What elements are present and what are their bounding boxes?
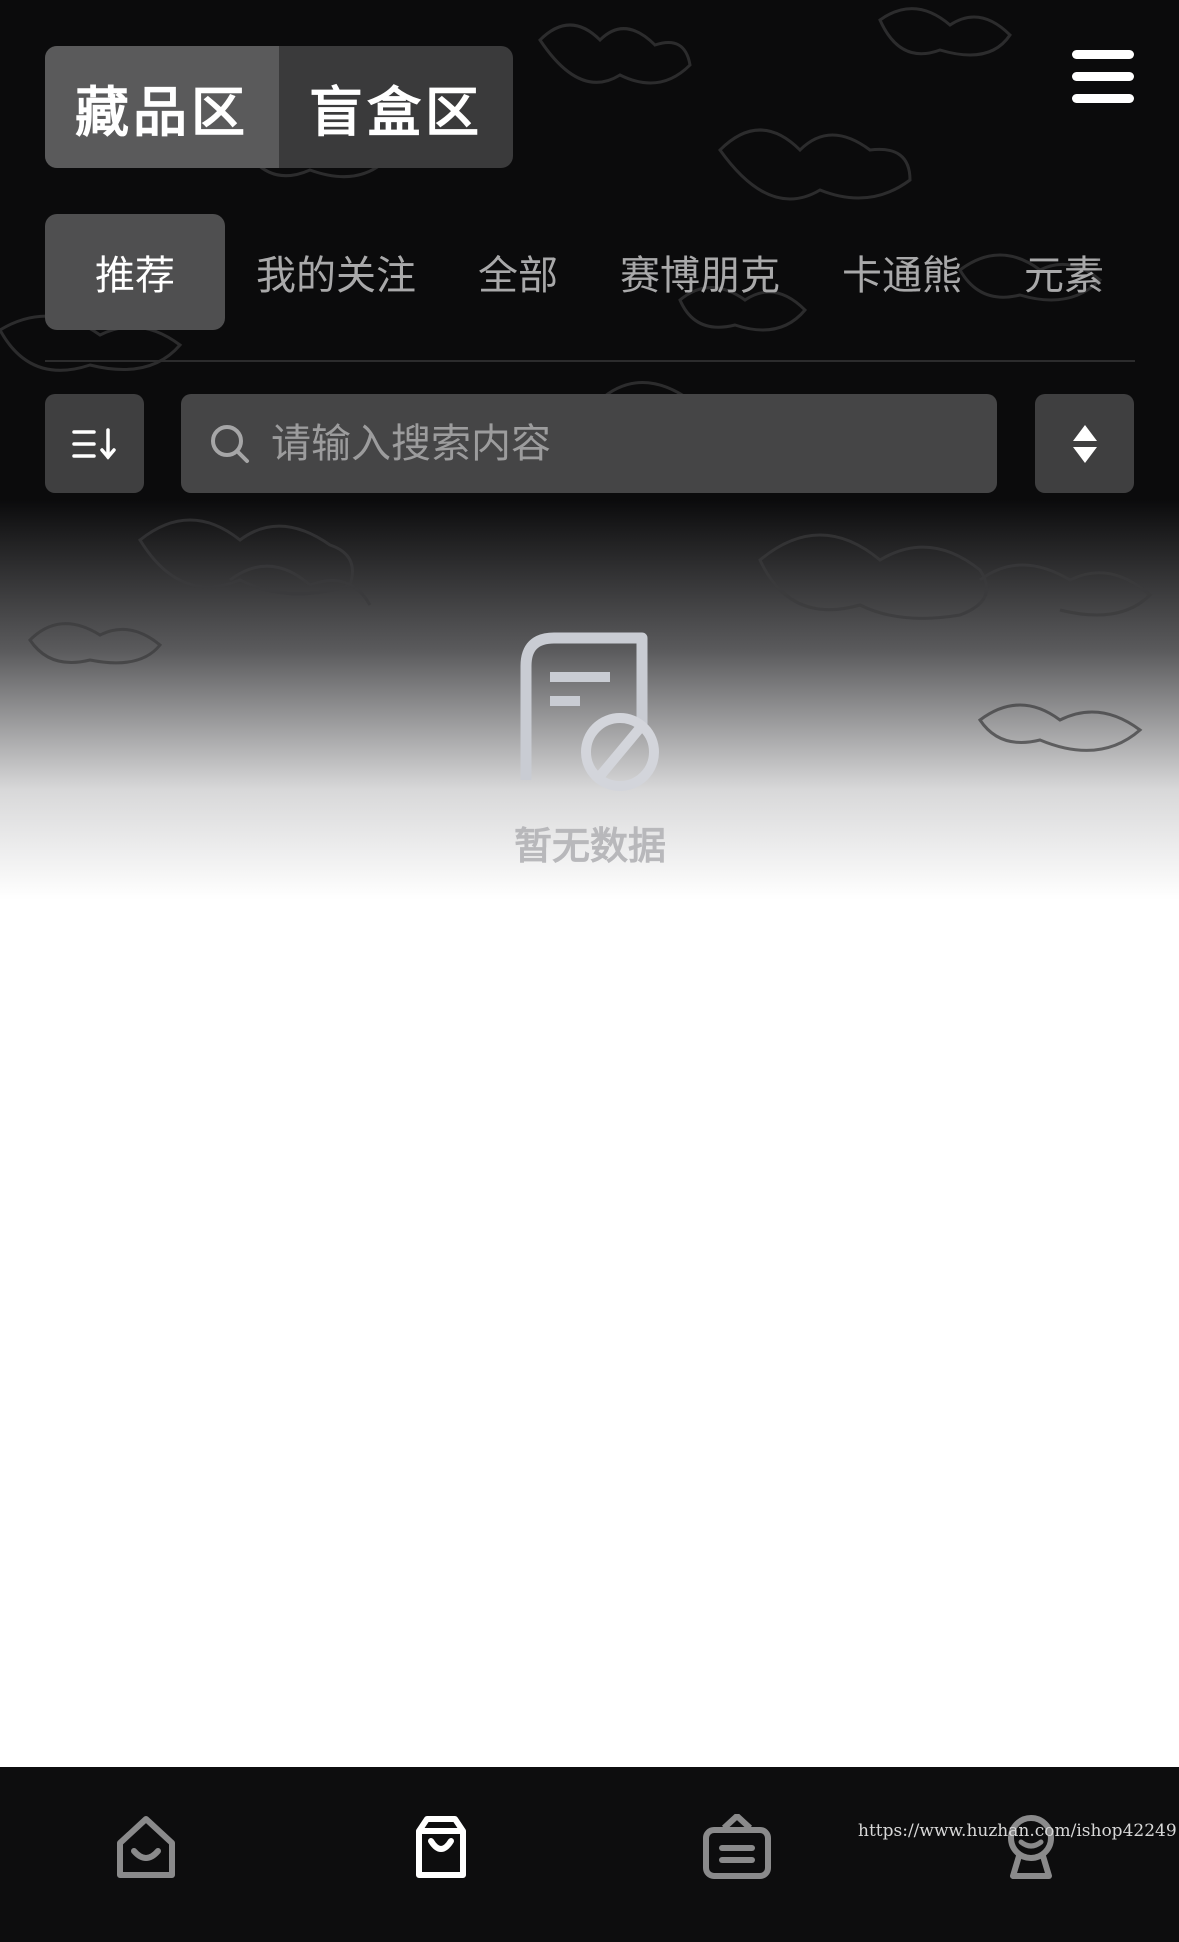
- tab-market[interactable]: [697, 1807, 777, 1887]
- search-bar[interactable]: [181, 394, 997, 493]
- category-fade: [1095, 214, 1135, 330]
- sort-button[interactable]: [1035, 394, 1134, 493]
- blind-box-zone-tab[interactable]: 盲盒区: [279, 46, 513, 168]
- watermark-text: https://www.huzhan.com/ishop42249: [858, 1821, 1177, 1841]
- collection-zone-tab[interactable]: 藏品区: [45, 46, 279, 168]
- category-tab-all[interactable]: 全部: [447, 214, 589, 330]
- divider: [45, 360, 1135, 362]
- bottom-tab-bar: [0, 1767, 1179, 1942]
- sort-list-icon: [71, 427, 116, 460]
- category-tab-cyberpunk[interactable]: 赛博朋克: [589, 214, 811, 330]
- category-tab-recommended[interactable]: 推荐: [45, 214, 225, 330]
- no-data-document-icon: [520, 632, 659, 791]
- category-tab-cartoon-bear[interactable]: 卡通熊: [811, 214, 993, 330]
- tab-home[interactable]: [106, 1807, 186, 1887]
- market-box-icon: [703, 1814, 771, 1879]
- home-icon: [117, 1816, 175, 1878]
- sort-updown-icon: [1072, 424, 1097, 463]
- tab-profile[interactable]: [991, 1807, 1071, 1887]
- category-tabs: 推荐 我的关注 全部 赛博朋克 卡通熊 元素: [45, 214, 1135, 330]
- filter-button[interactable]: [45, 394, 144, 493]
- shopping-bag-icon: [416, 1816, 466, 1878]
- zone-switcher: 藏品区 盲盒区: [45, 46, 513, 168]
- hamburger-menu-icon[interactable]: [1072, 50, 1134, 104]
- search-input[interactable]: [269, 419, 973, 468]
- empty-state-text: 暂无数据: [513, 824, 666, 868]
- category-tab-following[interactable]: 我的关注: [225, 214, 447, 330]
- tab-shop[interactable]: [401, 1807, 481, 1887]
- search-icon: [211, 424, 249, 463]
